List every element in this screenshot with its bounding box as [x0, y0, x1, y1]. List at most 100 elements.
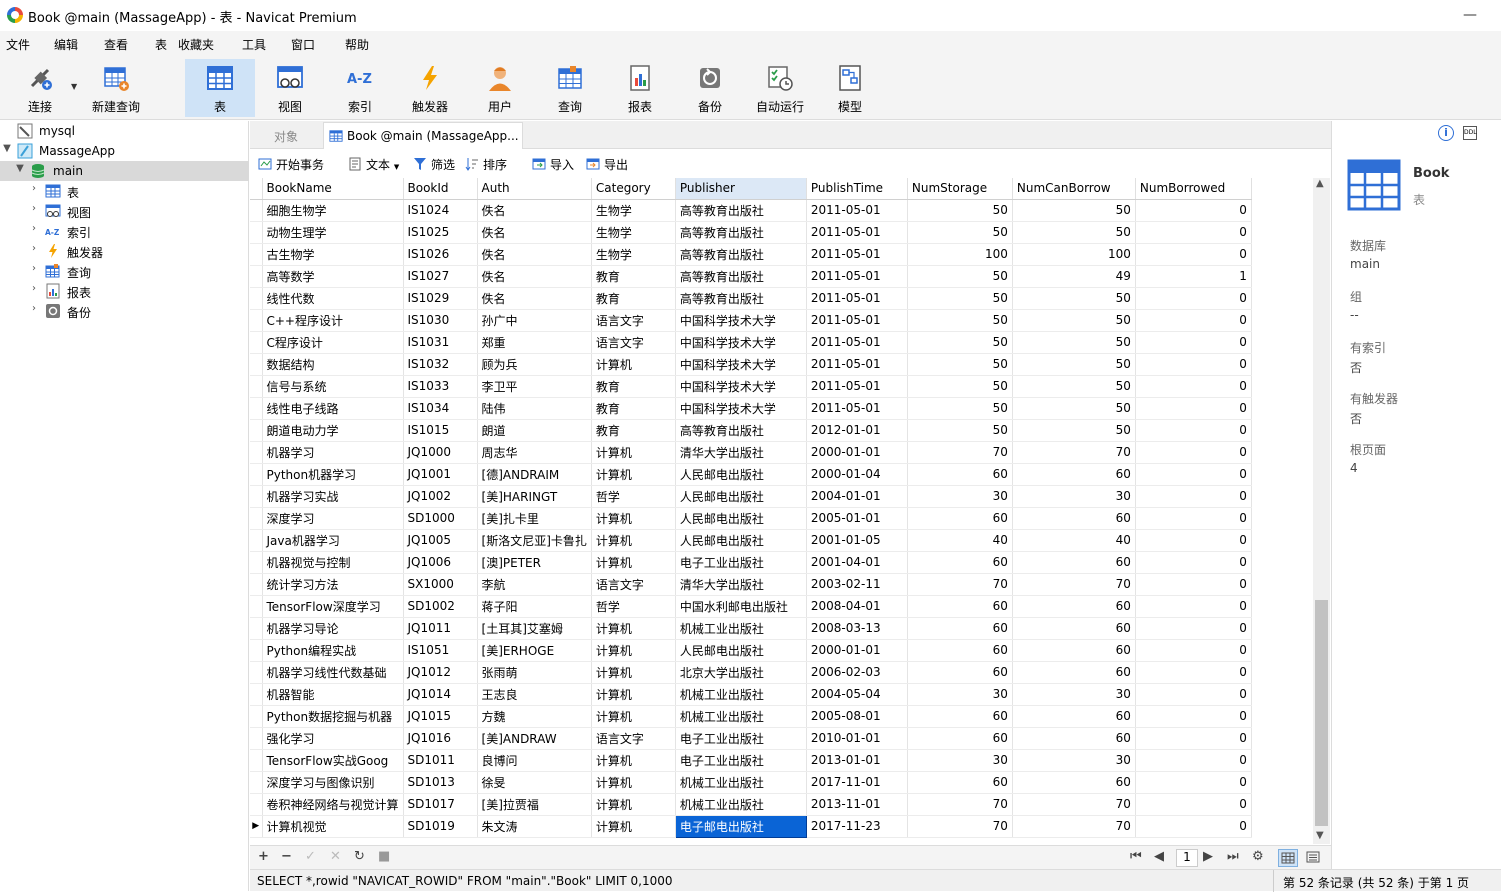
table-row[interactable]: 机器学习导论 JQ1011 [土耳其]艾塞姆 计算机 机械工业出版社 2008-03-13…	[250, 617, 1252, 640]
table-cell[interactable]: 线性代数	[262, 287, 404, 310]
last-page-icon[interactable]: ⏭	[1227, 849, 1239, 864]
table-cell[interactable]: [美]扎卡里	[477, 507, 592, 530]
table-cell[interactable]: IS1033	[403, 375, 478, 398]
table-cell[interactable]: 孙广中	[477, 309, 592, 332]
row-marker[interactable]	[250, 727, 263, 750]
table-row[interactable]: 动物生理学 IS1025 佚名 生物学 高等教育出版社 2011-05-01 50 50 0	[250, 221, 1252, 244]
table-cell[interactable]: SD1011	[403, 749, 478, 772]
scroll-up-icon[interactable]: ▲	[1316, 178, 1324, 189]
table-cell[interactable]: SD1000	[403, 507, 478, 530]
table-cell[interactable]: 60	[1012, 551, 1136, 574]
tree-item-tables[interactable]: › 表	[0, 181, 249, 201]
table-cell[interactable]: C++程序设计	[262, 309, 404, 332]
menu-favorites[interactable]: 收藏夹	[178, 36, 214, 53]
tree-item-massageapp[interactable]: ▼ MassageApp	[0, 141, 249, 161]
table-cell[interactable]: 机械工业出版社	[675, 617, 807, 640]
tab-book[interactable]: Book @main (MassageApp...	[323, 122, 523, 149]
table-row[interactable]: Python机器学习 JQ1001 [德]ANDRAIM 计算机 人民邮电出版社 2000…	[250, 463, 1252, 486]
table-cell[interactable]: 中国水利邮电出版社	[675, 595, 807, 618]
page-number-input[interactable]: 1	[1176, 849, 1198, 867]
table-cell[interactable]: 语言文字	[591, 309, 676, 332]
table-cell[interactable]: 60	[907, 661, 1013, 684]
table-cell[interactable]: 电子工业出版社	[675, 749, 807, 772]
table-cell[interactable]: 100	[1012, 243, 1136, 266]
tree-item-mysql[interactable]: mysql	[0, 121, 249, 141]
table-cell[interactable]: 2008-03-13	[806, 617, 908, 640]
table-cell[interactable]: 电子工业出版社	[675, 727, 807, 750]
table-cell[interactable]: 高等教育出版社	[675, 243, 807, 266]
table-cell[interactable]: 50	[1012, 353, 1136, 376]
ddl-icon[interactable]: DDL	[1463, 126, 1477, 140]
table-row[interactable]: C++程序设计 IS1030 孙广中 语言文字 中国科学技术大学 2011-05-01 50…	[250, 309, 1252, 332]
table-cell[interactable]: 0	[1135, 375, 1252, 398]
connect-button[interactable]: 连接	[5, 59, 75, 117]
automation-button[interactable]: 自动运行	[745, 59, 815, 117]
table-cell[interactable]: 2006-02-03	[806, 661, 908, 684]
table-cell[interactable]: 0	[1135, 221, 1252, 244]
table-cell[interactable]: 李卫平	[477, 375, 592, 398]
table-cell[interactable]: 2011-05-01	[806, 199, 908, 222]
table-cell[interactable]: IS1030	[403, 309, 478, 332]
table-cell[interactable]: JQ1006	[403, 551, 478, 574]
table-cell[interactable]: Python数据挖掘与机器	[262, 705, 404, 728]
table-cell[interactable]: [德]ANDRAIM	[477, 463, 592, 486]
table-cell[interactable]: C程序设计	[262, 331, 404, 354]
table-cell[interactable]: 生物学	[591, 199, 676, 222]
table-cell[interactable]: 中国科学技术大学	[675, 331, 807, 354]
table-cell[interactable]: IS1025	[403, 221, 478, 244]
table-row[interactable]: 朗道电动力学 IS1015 朗道 教育 高等教育出版社 2012-01-01 50 50 0	[250, 419, 1252, 442]
table-cell[interactable]: 30	[1012, 485, 1136, 508]
row-marker[interactable]	[250, 661, 263, 684]
table-cell[interactable]: 张雨萌	[477, 661, 592, 684]
table-row[interactable]: 机器学习实战 JQ1002 [美]HARINGT 哲学 人民邮电出版社 2004-01-0…	[250, 485, 1252, 508]
table-cell[interactable]: SD1017	[403, 793, 478, 816]
table-cell[interactable]: 60	[1012, 463, 1136, 486]
table-cell[interactable]: 机械工业出版社	[675, 705, 807, 728]
table-cell[interactable]: 计算机	[591, 441, 676, 464]
table-cell[interactable]: 动物生理学	[262, 221, 404, 244]
expand-arrow-icon[interactable]: ›	[28, 203, 40, 214]
table-cell[interactable]: 机器智能	[262, 683, 404, 706]
table-cell[interactable]: 朱文涛	[477, 815, 592, 838]
table-cell[interactable]: TensorFlow深度学习	[262, 595, 404, 618]
tree-item-main[interactable]: ▼ main	[0, 161, 249, 181]
table-cell[interactable]: 2013-01-01	[806, 749, 908, 772]
table-cell[interactable]: 2000-01-01	[806, 441, 908, 464]
table-cell[interactable]: 2004-05-04	[806, 683, 908, 706]
table-cell[interactable]: 30	[907, 749, 1013, 772]
column-header-auth[interactable]: Auth	[477, 178, 592, 200]
table-cell[interactable]: 2010-01-01	[806, 727, 908, 750]
table-cell[interactable]: IS1024	[403, 199, 478, 222]
table-cell[interactable]: 2008-04-01	[806, 595, 908, 618]
table-cell[interactable]: SD1019	[403, 815, 478, 838]
table-cell[interactable]: IS1027	[403, 265, 478, 288]
table-cell[interactable]: 人民邮电出版社	[675, 485, 807, 508]
table-cell[interactable]: 教育	[591, 287, 676, 310]
column-header-publisher[interactable]: Publisher	[675, 178, 807, 200]
row-marker[interactable]	[250, 331, 263, 354]
tree-item-triggers[interactable]: › 触发器	[0, 241, 249, 261]
table-cell[interactable]: 50	[907, 375, 1013, 398]
table-cell[interactable]: 计算机视觉	[262, 815, 404, 838]
row-marker[interactable]	[250, 463, 263, 486]
table-cell[interactable]: 朗道	[477, 419, 592, 442]
menu-help[interactable]: 帮助	[345, 36, 369, 53]
row-marker[interactable]	[250, 243, 263, 266]
table-cell[interactable]: 机械工业出版社	[675, 771, 807, 794]
menu-edit[interactable]: 编辑	[54, 36, 78, 53]
row-marker[interactable]	[250, 529, 263, 552]
table-row[interactable]: C程序设计 IS1031 郑重 语言文字 中国科学技术大学 2011-05-01 50 50 0	[250, 331, 1252, 354]
table-cell[interactable]: 0	[1135, 331, 1252, 354]
model-button[interactable]: 模型	[815, 59, 885, 117]
table-cell[interactable]: 0	[1135, 419, 1252, 442]
table-cell[interactable]: [斯洛文尼亚]卡鲁扎	[477, 529, 592, 552]
table-cell[interactable]: 0	[1135, 793, 1252, 816]
table-cell[interactable]: 2003-02-11	[806, 573, 908, 596]
table-cell[interactable]: 计算机	[591, 463, 676, 486]
table-row[interactable]: 深度学习与图像识别 SD1013 徐旻 计算机 机械工业出版社 2017-11-01 60 6…	[250, 771, 1252, 794]
export-button[interactable]: 导出	[586, 156, 628, 173]
row-marker[interactable]	[250, 573, 263, 596]
table-cell[interactable]: 佚名	[477, 221, 592, 244]
table-cell[interactable]: 0	[1135, 617, 1252, 640]
table-cell[interactable]: 70	[1012, 815, 1136, 838]
